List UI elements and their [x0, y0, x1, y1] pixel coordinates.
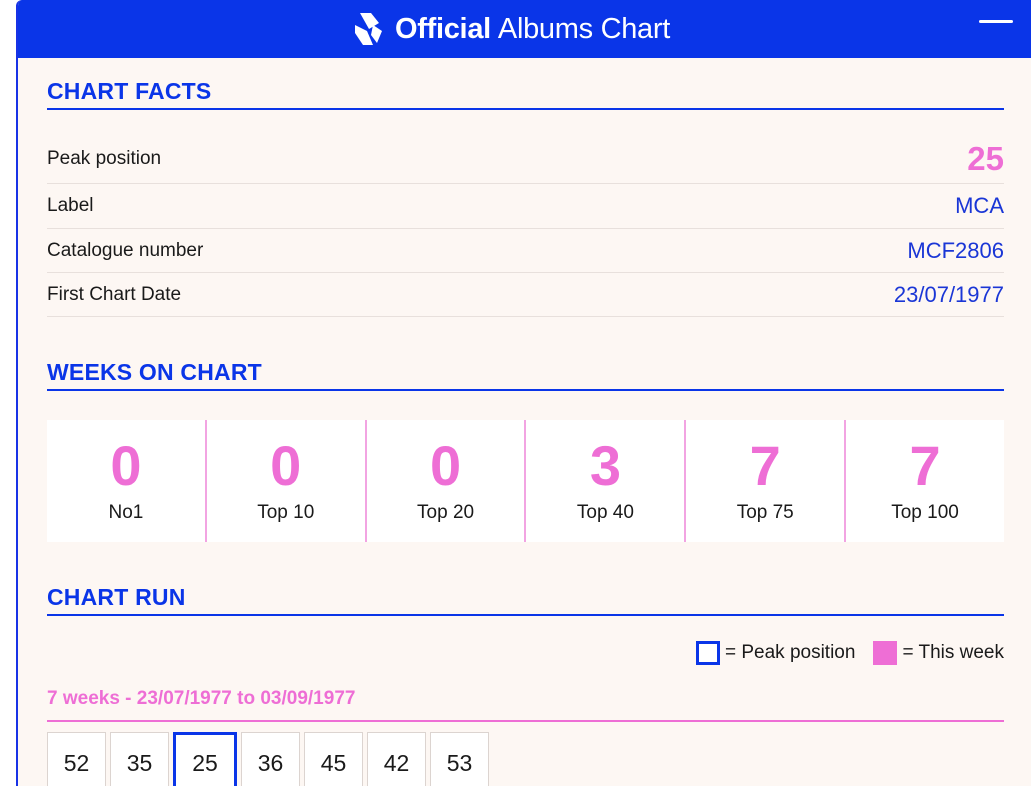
menu-bar — [979, 20, 1013, 23]
this-week-swatch-icon — [873, 641, 898, 665]
chart-run-cell[interactable]: 52 — [47, 732, 106, 786]
weeks-count: 3 — [589, 434, 621, 497]
content: CHART FACTS Peak position 25 Label MCA C… — [47, 58, 1004, 786]
weeks-count: 0 — [429, 434, 462, 497]
fact-row-peak-position: Peak position 25 — [47, 134, 1004, 184]
weeks-count: 0 — [110, 434, 142, 497]
chart-run-cell[interactable]: 45 — [304, 732, 363, 786]
legend-peak-text: = Peak position — [724, 642, 856, 663]
chart-facts-title: CHART FACTS — [47, 78, 1004, 110]
legend-this-week-text: = This week — [902, 642, 1004, 663]
fact-label: Catalogue number — [47, 239, 204, 261]
brand-official: Official — [395, 12, 491, 45]
weeks-cell-top75: 7 Top 75 — [686, 420, 847, 542]
chart-run-cell[interactable]: 35 — [110, 732, 169, 786]
chart-panel: Official Albums Chart CHART FACTS Peak po… — [16, 0, 1031, 786]
fact-value-peak: 25 — [967, 139, 1004, 177]
chart-run-cell[interactable]: 53 — [430, 732, 489, 786]
hamburger-menu-icon[interactable] — [979, 20, 1013, 38]
fact-row-first-chart-date: First Chart Date 23/07/1977 — [47, 273, 1004, 317]
fact-value-label-link[interactable]: MCA — [955, 193, 1004, 219]
weeks-cell-top10: 0 Top 10 — [207, 420, 367, 542]
chart-run-range: 7 weeks - 23/07/1977 to 03/09/1977 — [47, 688, 1004, 722]
weeks-label: No1 — [108, 502, 144, 523]
fact-label: First Chart Date — [47, 283, 182, 305]
chart-run-cell[interactable]: 36 — [241, 732, 300, 786]
chart-facts-list: Peak position 25 Label MCA Catalogue num… — [47, 134, 1004, 317]
brand-albums-chart: Albums Chart — [497, 12, 670, 45]
weeks-count: 0 — [270, 434, 302, 497]
fact-label: Label — [47, 195, 94, 216]
weeks-cell-no1: 0 No1 — [47, 420, 207, 542]
fact-value-first-chart-date-link[interactable]: 23/07/1977 — [894, 282, 1004, 308]
weeks-label: Top 20 — [417, 502, 475, 523]
header-bar: Official Albums Chart — [18, 0, 1031, 58]
fact-row-label: Label MCA — [47, 184, 1004, 229]
weeks-label: Top 40 — [576, 502, 634, 523]
chart-run-cell-peak[interactable]: 25 — [173, 732, 237, 786]
chart-run-title: CHART RUN — [47, 584, 1004, 616]
fact-row-catalogue-number: Catalogue number MCF2806 — [47, 229, 1004, 273]
official-charts-logo-icon — [355, 13, 382, 45]
peak-position-swatch-icon — [695, 641, 720, 665]
weeks-count: 7 — [909, 434, 941, 497]
chart-run-legend: = Peak position = This week — [47, 640, 1004, 666]
fact-label: Peak position — [47, 147, 162, 169]
weeks-label: Top 10 — [257, 502, 315, 523]
weeks-label: Top 75 — [736, 502, 794, 523]
weeks-count: 7 — [749, 434, 781, 497]
weeks-cell-top40: 3 Top 40 — [526, 420, 687, 542]
weeks-cell-top20: 0 Top 20 — [367, 420, 527, 542]
weeks-on-chart-grid: 0 No1 0 Top 10 0 Top 20 3 Top 40 7 Top 7… — [47, 420, 1004, 542]
weeks-on-chart-title: WEEKS ON CHART — [47, 359, 1004, 391]
chart-run-cell[interactable]: 42 — [367, 732, 426, 786]
fact-value-catalogue-number: MCF2806 — [907, 237, 1004, 263]
weeks-label: Top 100 — [891, 502, 959, 523]
weeks-cell-top100: 7 Top 100 — [846, 420, 1004, 542]
chart-run-positions: 52 35 25 36 45 42 53 — [47, 732, 1004, 786]
brand[interactable]: Official Albums Chart — [351, 11, 670, 47]
